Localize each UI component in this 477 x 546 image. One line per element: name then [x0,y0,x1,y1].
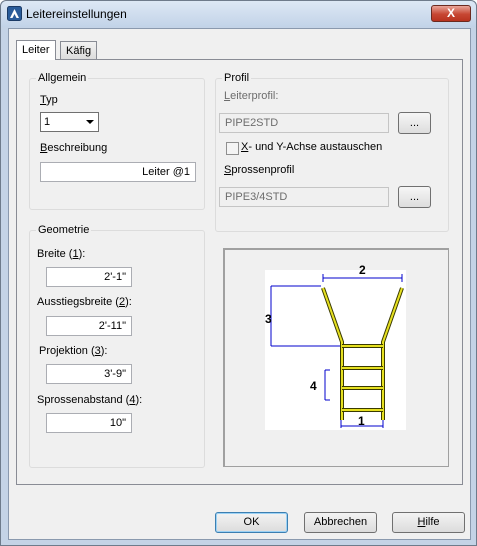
dialog-client: Leiter Käfig Allgemein Typ 1 Beschreibun… [8,28,471,540]
projektion-value: 3'-9" [104,368,126,380]
ausstieg-input[interactable]: 2'-11" [46,316,132,336]
breite-label: Breite (1): [37,248,86,260]
leiterprofil-label: Leiterprofil: [224,90,279,102]
group-profil-title: Profil [222,72,252,84]
window-title: Leitereinstellungen [26,7,127,21]
title-bar[interactable]: Leitereinstellungen X [1,1,476,27]
typ-value: 1 [44,116,51,128]
tab-panel-leiter: Allgemein Typ 1 Beschreibung Leiter @1 P… [16,59,463,485]
ausstieg-value: 2'-11" [98,320,126,332]
projektion-label: Projektion (3): [39,345,108,357]
sprossenprofil-input: PIPE3/4STD [219,187,389,207]
tab-leiter-label: Leiter [22,44,50,56]
close-button[interactable]: X [431,5,471,22]
leiterprofil-browse-button[interactable]: ... [398,112,431,134]
dialog-window: Leitereinstellungen X Leiter Käfig Allge… [0,0,477,546]
preview-label-3: 3 [265,312,272,326]
beschreibung-value: Leiter @1 [142,166,190,178]
swap-axes-label: X- und Y-Achse austauschen [241,141,383,153]
beschreibung-label: Beschreibung [40,142,108,154]
typ-label: Typ [40,94,58,106]
ellipsis-icon: ... [409,191,420,203]
leiterprofil-value: PIPE2STD [225,117,279,129]
preview-label-2: 2 [359,263,366,277]
beschreibung-input[interactable]: Leiter @1 [40,162,196,182]
ausstieg-label: Ausstiegsbreite (2): [37,296,132,308]
close-icon: X [446,6,455,20]
sprossenprofil-value: PIPE3/4STD [225,191,288,203]
breite-input[interactable]: 2'-1" [46,267,132,287]
sprossenabstand-label: Sprossenabstand (4): [37,394,143,406]
sprossenabstand-value: 10" [109,417,126,429]
group-geometrie: Geometrie Breite (1): 2'-1" Ausstiegsbre… [29,224,205,468]
breite-value: 2'-1" [104,271,126,283]
sprossenprofil-label: Sprossenprofil [224,164,295,176]
ladder-diagram: 2 3 4 1 [265,263,406,430]
app-icon [7,6,22,21]
group-geometrie-title: Geometrie [36,224,92,236]
swap-axes-checkbox[interactable] [226,142,239,155]
ladder-preview: 2 3 4 1 [223,248,449,467]
group-allgemein: Allgemein Typ 1 Beschreibung Leiter @1 [29,72,205,210]
ok-button-label: OK [243,516,260,528]
cancel-button[interactable]: Abbrechen [304,512,377,533]
ellipsis-icon: ... [409,117,420,129]
ok-button[interactable]: OK [215,512,288,533]
group-profil: Profil Leiterprofil: PIPE2STD ... X- und… [215,72,449,232]
tab-kaefig-label: Käfig [66,45,92,57]
typ-dropdown[interactable]: 1 [40,112,99,132]
help-button-label: Hilfe [417,516,440,528]
sprossenabstand-input[interactable]: 10" [46,413,132,433]
cancel-button-label: Abbrechen [313,516,368,528]
sprossenprofil-browse-button[interactable]: ... [398,186,431,208]
preview-label-4: 4 [310,379,317,393]
leiterprofil-input: PIPE2STD [219,113,389,133]
help-button[interactable]: Hilfe [392,512,465,533]
projektion-input[interactable]: 3'-9" [46,364,132,384]
group-allgemein-title: Allgemein [36,72,89,84]
tab-kaefig[interactable]: Käfig [60,41,98,59]
chevron-down-icon [86,120,94,124]
preview-label-1: 1 [358,414,365,428]
tab-leiter[interactable]: Leiter [16,40,56,60]
